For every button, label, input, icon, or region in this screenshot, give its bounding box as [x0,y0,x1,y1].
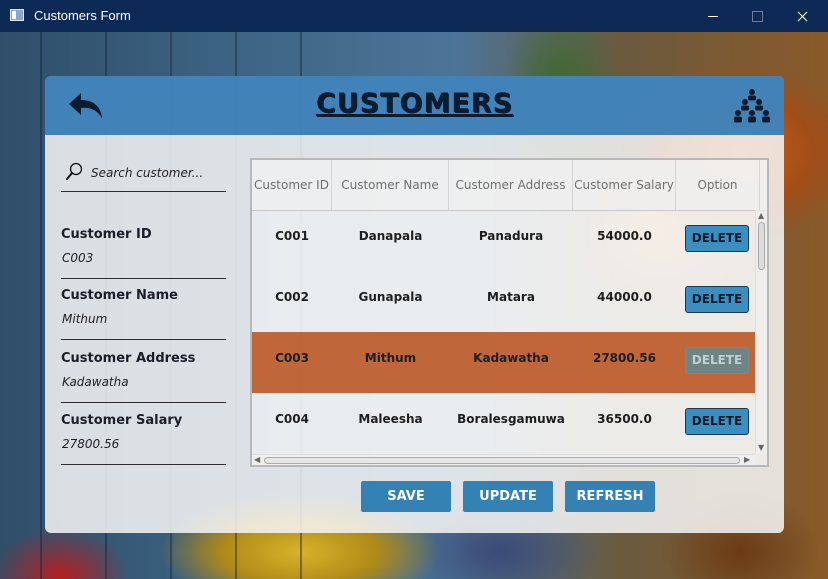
table-row[interactable]: C002 Gunapala Matara 44000.0 DELETE [252,271,755,332]
delete-button[interactable]: DELETE [685,347,749,374]
cell-address: Boralesgamuwa [457,412,565,426]
cell-address: Matara [487,290,535,304]
column-header-option[interactable]: Option [676,160,760,210]
customer-address-label: Customer Address [61,351,196,366]
search-input[interactable] [91,166,221,180]
cell-name: Danapala [358,229,423,243]
customer-name-value[interactable]: Mithum [62,312,107,326]
table-header: Customer ID Customer Name Customer Addre… [252,160,767,211]
cell-name: Gunapala [358,290,423,304]
close-button[interactable] [780,0,826,32]
delete-button[interactable]: DELETE [685,225,749,252]
customer-address-value[interactable]: Kadawatha [62,375,129,389]
delete-button[interactable]: DELETE [685,408,749,435]
minimize-button[interactable] [690,0,736,32]
horizontal-scroll-thumb[interactable] [264,457,740,464]
delete-button[interactable]: DELETE [685,286,749,313]
cell-salary: 54000.0 [597,229,652,243]
search-field [61,159,226,192]
cell-salary: 27800.56 [592,351,656,365]
refresh-button[interactable]: REFRESH [565,481,655,512]
customers-panel: CUSTOMERS Customer ID C003 Customer Name… [45,76,784,533]
customer-name-field[interactable]: Customer Name Mithum [61,288,226,340]
scroll-up-icon[interactable]: ▲ [758,212,764,220]
horizontal-scrollbar[interactable]: ◀ ▶ [252,454,755,465]
cell-salary: 44000.0 [597,290,652,304]
scroll-right-icon[interactable]: ▶ [744,456,750,464]
table-row[interactable]: C004 Maleesha Boralesgamuwa 36500.0 DELE… [252,393,755,454]
cell-name: Mithum [364,351,417,365]
table-row-selected[interactable]: C003 Mithum Kadawatha 27800.56 DELETE [252,332,755,393]
page-title: CUSTOMERS [315,88,514,119]
customer-salary-label: Customer Salary [61,413,183,428]
cell-id: C004 [275,412,309,426]
panel-header: CUSTOMERS [45,76,784,135]
update-button[interactable]: UPDATE [463,481,553,512]
app-icon [10,9,24,21]
vertical-scroll-thumb[interactable] [758,222,765,270]
window-title: Customers Form [34,8,131,23]
cell-name: Maleesha [358,412,423,426]
save-button[interactable]: SAVE [361,481,451,512]
customer-id-value[interactable]: C003 [62,251,93,265]
column-header-address[interactable]: Customer Address [449,160,573,210]
column-header-name[interactable]: Customer Name [332,160,449,210]
users-icon[interactable] [733,88,771,124]
cell-id: C003 [275,351,309,365]
cell-address: Panadura [478,229,544,243]
scroll-down-icon[interactable]: ▼ [758,444,764,452]
maximize-button[interactable] [734,0,780,32]
customer-salary-value[interactable]: 27800.56 [62,437,119,451]
cell-id: C001 [275,229,309,243]
cell-id: C002 [275,290,309,304]
cell-address: Kadawatha [473,351,549,365]
column-header-salary[interactable]: Customer Salary [573,160,676,210]
window-titlebar: Customers Form [0,0,828,32]
customers-table[interactable]: Customer ID Customer Name Customer Addre… [250,158,769,467]
customer-id-label: Customer ID [61,227,152,242]
scroll-left-icon[interactable]: ◀ [254,456,260,464]
search-icon [66,162,83,180]
customer-address-field[interactable]: Customer Address Kadawatha [61,351,226,403]
customer-name-label: Customer Name [61,288,178,303]
table-row[interactable]: C001 Danapala Panadura 54000.0 DELETE [252,210,755,271]
customer-salary-field[interactable]: Customer Salary 27800.56 [61,413,226,465]
column-header-id[interactable]: Customer ID [252,160,332,210]
vertical-scrollbar[interactable]: ▲ ▼ [755,210,767,454]
cell-salary: 36500.0 [597,412,652,426]
customer-id-field[interactable]: Customer ID C003 [61,227,226,279]
